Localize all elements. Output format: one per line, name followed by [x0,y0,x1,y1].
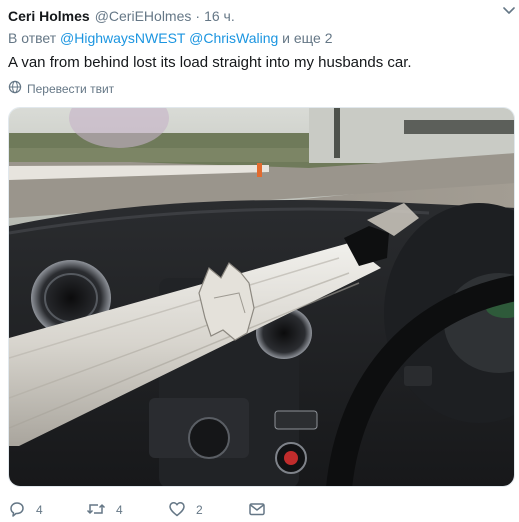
like-count: 2 [196,503,203,517]
header-separator: · [195,8,201,24]
tweet-text: A van from behind lost its load straight… [8,54,412,71]
retweet-count: 4 [116,503,123,517]
reply-button[interactable]: 4 [8,500,86,521]
retweet-icon [86,500,116,521]
reply-context: В ответ @HighwaysNWEST @ChrisWaling и ещ… [8,30,333,46]
translate-tweet-link[interactable]: Перевести твит [8,80,114,97]
chevron-down-icon[interactable] [501,2,517,18]
envelope-icon [248,500,276,521]
translate-label: Перевести твит [27,81,115,96]
globe-icon [8,80,27,97]
like-button[interactable]: 2 [168,500,248,521]
direct-message-button[interactable] [248,500,276,521]
user-handle[interactable]: @CeriEHolmes [95,8,192,24]
reply-count: 4 [36,503,43,517]
retweet-button[interactable]: 4 [86,500,168,521]
reply-prefix: В ответ [8,30,57,46]
display-name[interactable]: Ceri Holmes [8,8,90,24]
tweet-photo[interactable] [8,107,515,487]
tweet-timestamp[interactable]: 16 ч. [204,8,235,24]
tweet: Ceri Holmes @CeriEHolmes · 16 ч. В ответ… [0,0,519,522]
reply-icon [8,500,36,521]
mention-link-chriswaling[interactable]: @ChrisWaling [189,30,278,46]
mention-link-highwaysnwest[interactable]: @HighwaysNWEST [60,30,185,46]
tweet-actions: 4 4 2 [8,499,276,521]
heart-icon [168,500,196,521]
reply-suffix[interactable]: и еще 2 [282,30,332,46]
tweet-header: Ceri Holmes @CeriEHolmes · 16 ч. [8,6,511,26]
